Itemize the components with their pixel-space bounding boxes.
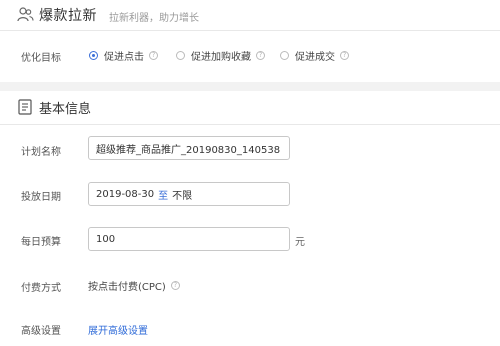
- radio-promote-conversion[interactable]: 促进成交 ?: [280, 48, 349, 63]
- daily-budget-label: 每日预算: [21, 237, 61, 248]
- campaign-type-subtitle: 拉新利器，助力增长: [109, 13, 199, 24]
- users-icon: [17, 7, 34, 22]
- budget-unit: 元: [295, 237, 305, 248]
- advanced-settings-label: 高级设置: [21, 326, 61, 337]
- plan-name-input[interactable]: 超级推荐_商品推广_20190830_140538: [88, 136, 290, 160]
- campaign-type-panel: 爆款拉新 拉新利器，助力增长 优化目标 促进点击 ? 促进加购收藏 ? 促进成交…: [0, 0, 500, 82]
- end-date: 不限: [172, 190, 193, 202]
- basic-info-panel: 基本信息 计划名称 超级推荐_商品推广_20190830_140538 投放日期…: [0, 91, 500, 346]
- optimization-goal-label: 优化目标: [21, 53, 61, 64]
- section-title: 基本信息: [39, 102, 92, 117]
- campaign-type-title: 爆款拉新: [39, 8, 97, 24]
- plan-name-label: 计划名称: [21, 147, 61, 158]
- radio-button[interactable]: [176, 51, 185, 60]
- date-range-input[interactable]: 2019-08-30 至 不限: [88, 182, 290, 206]
- billing-method-value: 按点击付费(CPC) ?: [88, 278, 180, 293]
- divider: [0, 124, 500, 125]
- radio-button-checked[interactable]: [89, 51, 98, 60]
- billing-method-text: 按点击付费(CPC): [88, 282, 166, 293]
- radio-promote-cart-favorite[interactable]: 促进加购收藏 ?: [176, 48, 265, 63]
- date-separator: 至: [158, 190, 169, 202]
- help-icon[interactable]: ?: [340, 51, 349, 60]
- divider: [0, 30, 500, 31]
- radio-label: 促进加购收藏: [191, 52, 251, 63]
- document-icon: [18, 99, 32, 115]
- start-date: 2019-08-30: [96, 188, 155, 200]
- radio-button[interactable]: [280, 51, 289, 60]
- expand-advanced-settings-link[interactable]: 展开高级设置: [88, 322, 148, 337]
- date-label: 投放日期: [21, 192, 61, 203]
- billing-method-label: 付费方式: [21, 283, 61, 294]
- radio-label: 促进成交: [295, 52, 335, 63]
- help-icon[interactable]: ?: [170, 281, 180, 290]
- radio-label: 促进点击: [104, 52, 144, 63]
- radio-promote-click[interactable]: 促进点击 ?: [89, 48, 158, 63]
- daily-budget-input[interactable]: 100: [88, 227, 290, 251]
- help-icon[interactable]: ?: [256, 51, 265, 60]
- help-icon[interactable]: ?: [149, 51, 158, 60]
